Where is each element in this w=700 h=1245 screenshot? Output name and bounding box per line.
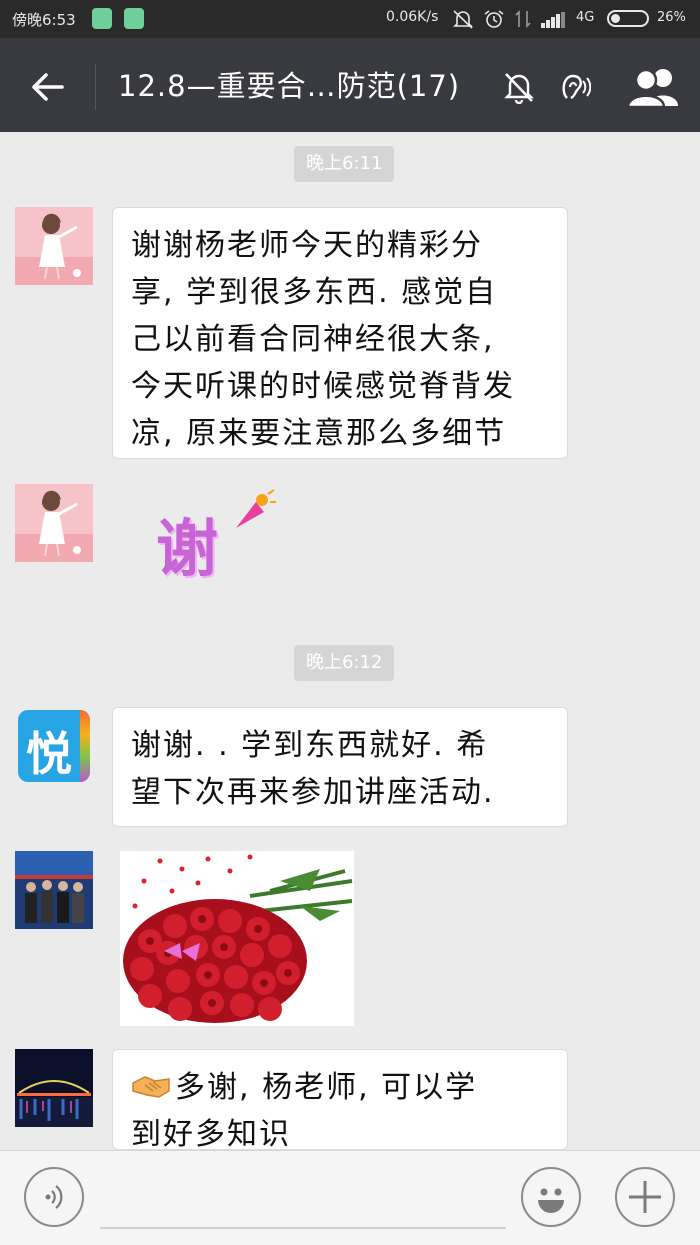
network-type: 4G [576, 10, 595, 25]
group-members-button[interactable] [626, 66, 682, 109]
battery-fill [611, 14, 620, 23]
timestamp: 晚上6:11 [294, 146, 395, 182]
logo-text: 悦 [26, 727, 72, 781]
avatar-girl-image [15, 484, 93, 562]
input-bar [0, 1150, 700, 1245]
emoji-button[interactable] [521, 1167, 581, 1227]
status-bar: 傍晚6:53 0.06K/s 4G 26% [0, 0, 700, 38]
mute-bell-icon [504, 73, 534, 104]
emoji-icon [538, 1188, 564, 1213]
status-time: 傍晚6:53 [12, 11, 76, 29]
sticker-thanks[interactable]: 谢 [150, 484, 280, 585]
avatar[interactable] [15, 851, 93, 929]
back-arrow-icon [32, 73, 64, 101]
earpiece-icon [562, 74, 591, 100]
alarm-icon [484, 10, 504, 28]
avatar-group-photo [15, 851, 93, 929]
message-bubble[interactable]: 谢谢. . 学到东西就好. 希 望下次再来参加讲座活动. [112, 707, 568, 827]
signal-icon [541, 12, 565, 28]
message-text: 多谢, 杨老师, 可以学 [175, 1070, 478, 1105]
group-members-icon [626, 68, 678, 109]
notification-app-icon [92, 8, 112, 29]
chat-header: 12.8—重要合…防范(17) [0, 38, 700, 132]
message-line: 己以前看合同神经很大条, [131, 322, 495, 357]
plus-icon [629, 1181, 661, 1213]
message-line: 享, 学到很多东西. 感觉自 [131, 275, 498, 310]
message-line: 到好多知识 [131, 1117, 291, 1150]
net-speed: 0.06K/s [386, 9, 439, 25]
avatar[interactable] [15, 1049, 93, 1127]
avatar[interactable] [15, 484, 93, 562]
logo-stripe [80, 710, 90, 782]
message-input[interactable] [100, 1227, 506, 1229]
avatar-logo: 悦 [18, 710, 90, 782]
voice-icon [45, 1185, 63, 1209]
battery-icon [607, 10, 649, 27]
voice-button[interactable] [24, 1167, 84, 1227]
message-line: 谢谢杨老师今天的精彩分 [131, 228, 483, 263]
message-line: 望下次再来参加讲座活动. [131, 775, 495, 810]
message-line: 谢谢. . 学到东西就好. 希 [131, 728, 489, 763]
battery-percent: 26% [657, 10, 686, 25]
message-bubble[interactable]: 谢谢杨老师今天的精彩分 享, 学到很多东西. 感觉自 己以前看合同神经很大条, … [112, 207, 568, 459]
avatar[interactable] [15, 207, 93, 285]
add-button[interactable] [615, 1167, 675, 1227]
party-horn-icon [236, 489, 276, 528]
chat-title: 12.8—重要合…防范(17) [118, 69, 461, 103]
image-message-roses[interactable] [120, 851, 354, 1026]
sticker-text: 谢 [156, 512, 219, 585]
avatar[interactable]: 悦 [15, 707, 93, 785]
timestamp: 晚上6:12 [294, 645, 395, 681]
message-bubble[interactable]: 多谢, 杨老师, 可以学 到好多知识 [112, 1049, 568, 1150]
silent-bell-icon [453, 10, 473, 29]
message-line: 多谢, 杨老师, 可以学 [131, 1064, 549, 1111]
data-arrows-icon [515, 10, 531, 28]
message-line: 今天听课的时候感觉脊背发 [131, 369, 515, 404]
header-divider [95, 64, 96, 110]
handshake-emoji-icon [132, 1076, 170, 1098]
roses-image [120, 851, 354, 1026]
avatar-girl-image [15, 207, 93, 285]
back-button[interactable] [24, 62, 74, 112]
message-line: 凉, 原来要注意那么多细节 [131, 416, 507, 451]
avatar-night-bridge [15, 1049, 93, 1127]
notification-app-icon [124, 8, 144, 29]
